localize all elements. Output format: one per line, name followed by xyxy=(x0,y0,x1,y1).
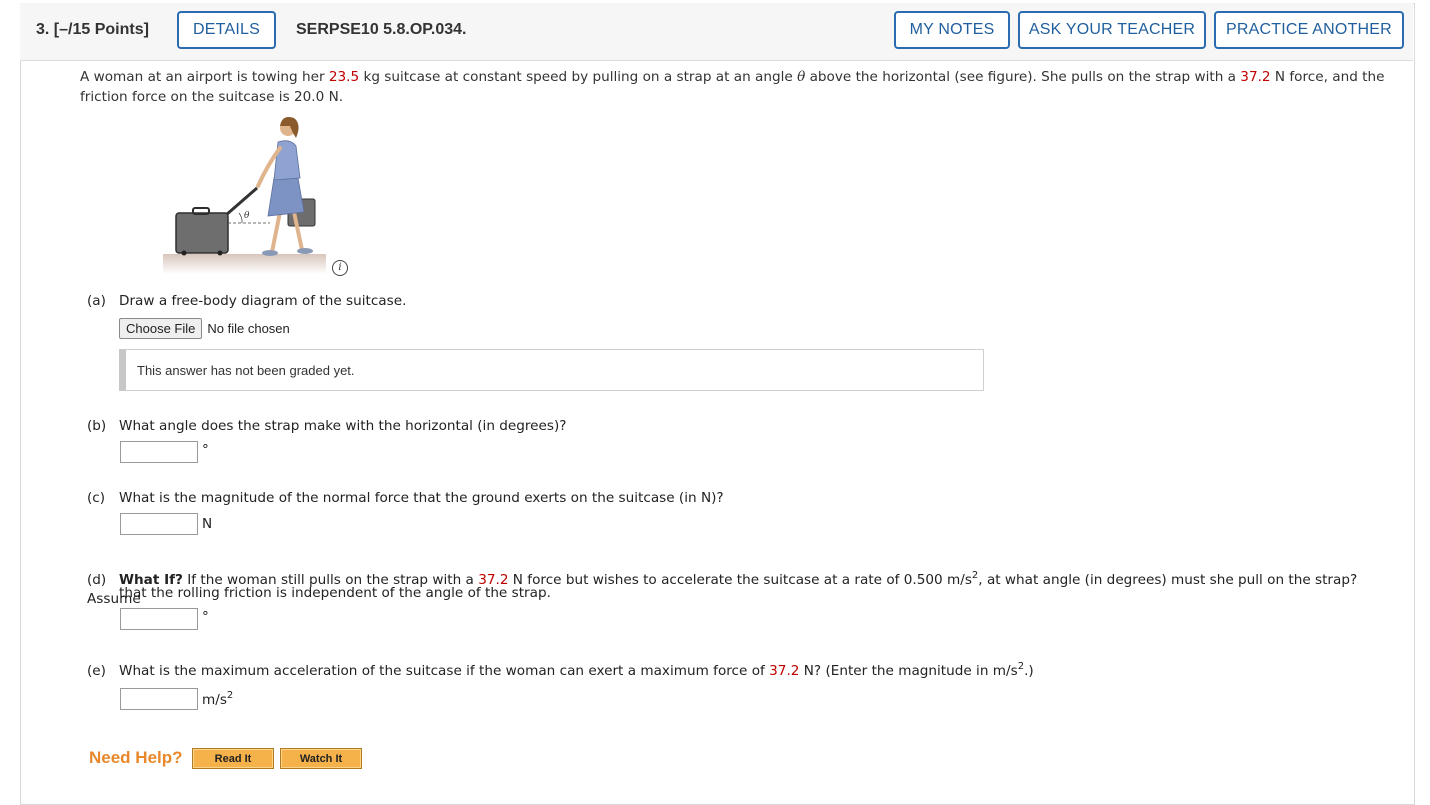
suitcase-figure: θ xyxy=(163,117,326,274)
part-c-answer-input[interactable] xyxy=(120,513,198,535)
part-d-unit: ° xyxy=(202,609,209,625)
part-b-question: (b) What angle does the strap make with t… xyxy=(87,418,567,434)
problem-statement: A woman at an airport is towing her 23.5… xyxy=(80,69,1385,105)
choose-file-button[interactable]: Choose File xyxy=(119,318,203,339)
part-c-question: (c) What is the magnitude of the normal f… xyxy=(87,490,724,506)
part-b-unit: ° xyxy=(202,442,209,458)
watch-it-button[interactable]: Watch It xyxy=(280,748,362,769)
info-icon[interactable]: i xyxy=(332,260,348,276)
force-value: 37.2 xyxy=(1240,69,1271,85)
question-code: SERPSE10 5.8.OP.034. xyxy=(296,21,467,38)
part-a-question: (a) Draw a free-body diagram of the suitc… xyxy=(87,293,407,309)
part-e-question: (e) What is the maximum acceleration of t… xyxy=(87,661,1034,679)
file-status: No file chosen xyxy=(207,321,290,336)
angle-label: θ xyxy=(244,211,250,221)
my-notes-button[interactable]: MY NOTES xyxy=(894,11,1010,49)
part-d-answer-input[interactable] xyxy=(120,608,198,630)
file-upload: Choose File No file chosen xyxy=(119,318,290,339)
part-e-unit: m/s2 xyxy=(202,690,234,708)
mass-value: 23.5 xyxy=(328,69,360,85)
question-header: 3. [–/15 Points] DETAILS SERPSE10 5.8.OP… xyxy=(20,3,1413,61)
read-it-button[interactable]: Read It xyxy=(192,748,274,769)
part-c-unit: N xyxy=(202,516,213,532)
question-number-points: 3. [–/15 Points] xyxy=(36,21,149,38)
graded-status-box: This answer has not been graded yet. xyxy=(119,349,984,391)
need-help-label: Need Help? xyxy=(89,748,183,767)
part-b-answer-input[interactable] xyxy=(120,441,198,463)
details-button[interactable]: DETAILS xyxy=(177,11,276,49)
part-d-question-cont: that the rolling friction is independent… xyxy=(119,585,551,601)
ask-teacher-button[interactable]: ASK YOUR TEACHER xyxy=(1018,11,1206,49)
part-e-answer-input[interactable] xyxy=(120,688,198,710)
practice-another-button[interactable]: PRACTICE ANOTHER xyxy=(1214,11,1404,49)
